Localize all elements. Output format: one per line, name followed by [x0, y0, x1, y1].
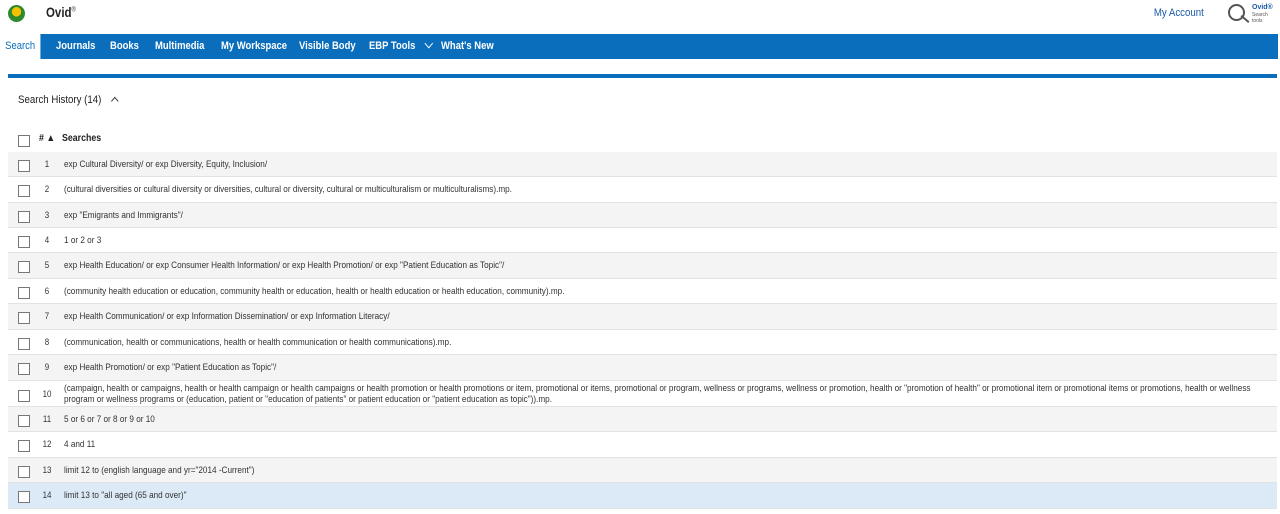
top-bar: Ovid® My Account Ovid® Search tools: [0, 0, 1280, 34]
row-checkbox[interactable]: [18, 363, 30, 375]
search-history-row[interactable]: 5 exp Health Education/ or exp Consumer H…: [8, 253, 1277, 279]
row-checkbox[interactable]: [18, 466, 30, 478]
chevron-down-icon: [424, 38, 434, 49]
row-checkbox[interactable]: [18, 261, 30, 273]
search-number: 5: [44, 260, 50, 270]
search-number: 1: [44, 159, 50, 169]
search-number: 2: [44, 184, 50, 194]
row-checkbox[interactable]: [18, 236, 30, 248]
nav-ebp-tools[interactable]: EBP Tools: [369, 34, 434, 59]
search-history-panel: Search History (14) # ▲ Searches 1 exp Cu…: [8, 74, 1277, 514]
row-checkbox[interactable]: [18, 390, 30, 402]
search-query[interactable]: 5 or 6 or 7 or 8 or 9 or 10: [64, 414, 1182, 425]
search-query[interactable]: limit 12 to (english language and yr="20…: [64, 465, 1182, 476]
search-history-toggle[interactable]: Search History (14): [18, 94, 119, 106]
nav-multimedia[interactable]: Multimedia: [155, 34, 204, 59]
search-history-row[interactable]: 4 1 or 2 or 3: [8, 228, 1277, 253]
column-searches: Searches: [62, 133, 102, 144]
search-history-row[interactable]: 11 5 or 6 or 7 or 8 or 9 or 10: [8, 407, 1277, 432]
search-number: 9: [44, 362, 50, 372]
row-checkbox[interactable]: [18, 211, 30, 223]
row-checkbox[interactable]: [18, 440, 30, 452]
nav-journals[interactable]: Journals: [56, 34, 95, 59]
search-number: 4: [44, 235, 50, 245]
search-number: 7: [44, 311, 50, 321]
row-checkbox[interactable]: [18, 287, 30, 299]
main-nav: Search Journals Books Multimedia My Work…: [0, 34, 1278, 59]
ovid-logo-icon[interactable]: [8, 5, 25, 22]
search-history-row[interactable]: 9 exp Health Promotion/ or exp "Patient E…: [8, 355, 1277, 381]
search-history-row[interactable]: 12 4 and 11: [8, 432, 1277, 458]
my-account-link[interactable]: My Account: [1154, 7, 1204, 19]
search-query[interactable]: exp Cultural Diversity/ or exp Diversity…: [64, 159, 1182, 170]
search-history-row[interactable]: 6 (community health education or educatio…: [8, 279, 1277, 304]
search-history-row[interactable]: 1 exp Cultural Diversity/ or exp Diversit…: [8, 152, 1277, 177]
search-history-row[interactable]: 2 (cultural diversities or cultural diver…: [8, 177, 1277, 203]
search-query[interactable]: (cultural diversities or cultural divers…: [64, 184, 1182, 195]
search-history-row[interactable]: 13 limit 12 to (english language and yr="…: [8, 458, 1277, 483]
search-history-row[interactable]: 14 limit 13 to "all aged (65 and over)": [8, 483, 1277, 509]
nav-whats-new[interactable]: What's New: [441, 34, 494, 59]
nav-visible-body[interactable]: Visible Body: [299, 34, 356, 59]
brand-name: Ovid®: [46, 4, 76, 20]
search-query[interactable]: exp Health Communication/ or exp Informa…: [64, 311, 1182, 322]
row-checkbox[interactable]: [18, 160, 30, 172]
search-query[interactable]: exp "Emigrants and Immigrants"/: [64, 210, 1182, 221]
search-number: 6: [44, 286, 50, 296]
search-query[interactable]: exp Health Education/ or exp Consumer He…: [64, 260, 1182, 271]
nav-search[interactable]: Search: [0, 34, 41, 59]
search-number: 13: [42, 465, 52, 475]
search-query[interactable]: 4 and 11: [64, 439, 1182, 450]
search-number: 8: [44, 337, 50, 347]
row-checkbox[interactable]: [18, 185, 30, 197]
search-number: 12: [42, 439, 52, 449]
nav-my-workspace[interactable]: My Workspace: [221, 34, 287, 59]
search-query[interactable]: (community health education or education…: [64, 286, 1182, 297]
search-history-row[interactable]: 8 (communication, health or communication…: [8, 330, 1277, 355]
search-query[interactable]: (communication, health or communications…: [64, 337, 1182, 348]
row-checkbox[interactable]: [18, 415, 30, 427]
search-query[interactable]: exp Health Promotion/ or exp "Patient Ed…: [64, 362, 1182, 373]
search-query[interactable]: 1 or 2 or 3: [64, 235, 1182, 246]
nav-books[interactable]: Books: [110, 34, 139, 59]
select-all-checkbox[interactable]: [18, 135, 30, 147]
chevron-up-icon: [110, 96, 119, 106]
row-checkbox[interactable]: [18, 338, 30, 350]
search-number: 14: [42, 490, 52, 500]
row-checkbox[interactable]: [18, 491, 30, 503]
row-checkbox[interactable]: [18, 312, 30, 324]
search-number: 11: [42, 414, 52, 424]
search-number: 10: [42, 389, 52, 399]
search-history-row[interactable]: 7 exp Health Communication/ or exp Inform…: [8, 304, 1277, 330]
search-query[interactable]: (campaign, health or campaigns, health o…: [64, 383, 1264, 405]
ovid-search-tools-logo[interactable]: Ovid® Search tools: [1224, 3, 1276, 24]
search-history-row[interactable]: 3 exp "Emigrants and Immigrants"/: [8, 203, 1277, 228]
search-number: 3: [44, 210, 50, 220]
column-number-sort[interactable]: # ▲: [39, 133, 55, 144]
search-query[interactable]: limit 13 to "all aged (65 and over)": [64, 490, 1182, 501]
search-history-row[interactable]: 10 (campaign, health or campaigns, health…: [8, 381, 1277, 407]
